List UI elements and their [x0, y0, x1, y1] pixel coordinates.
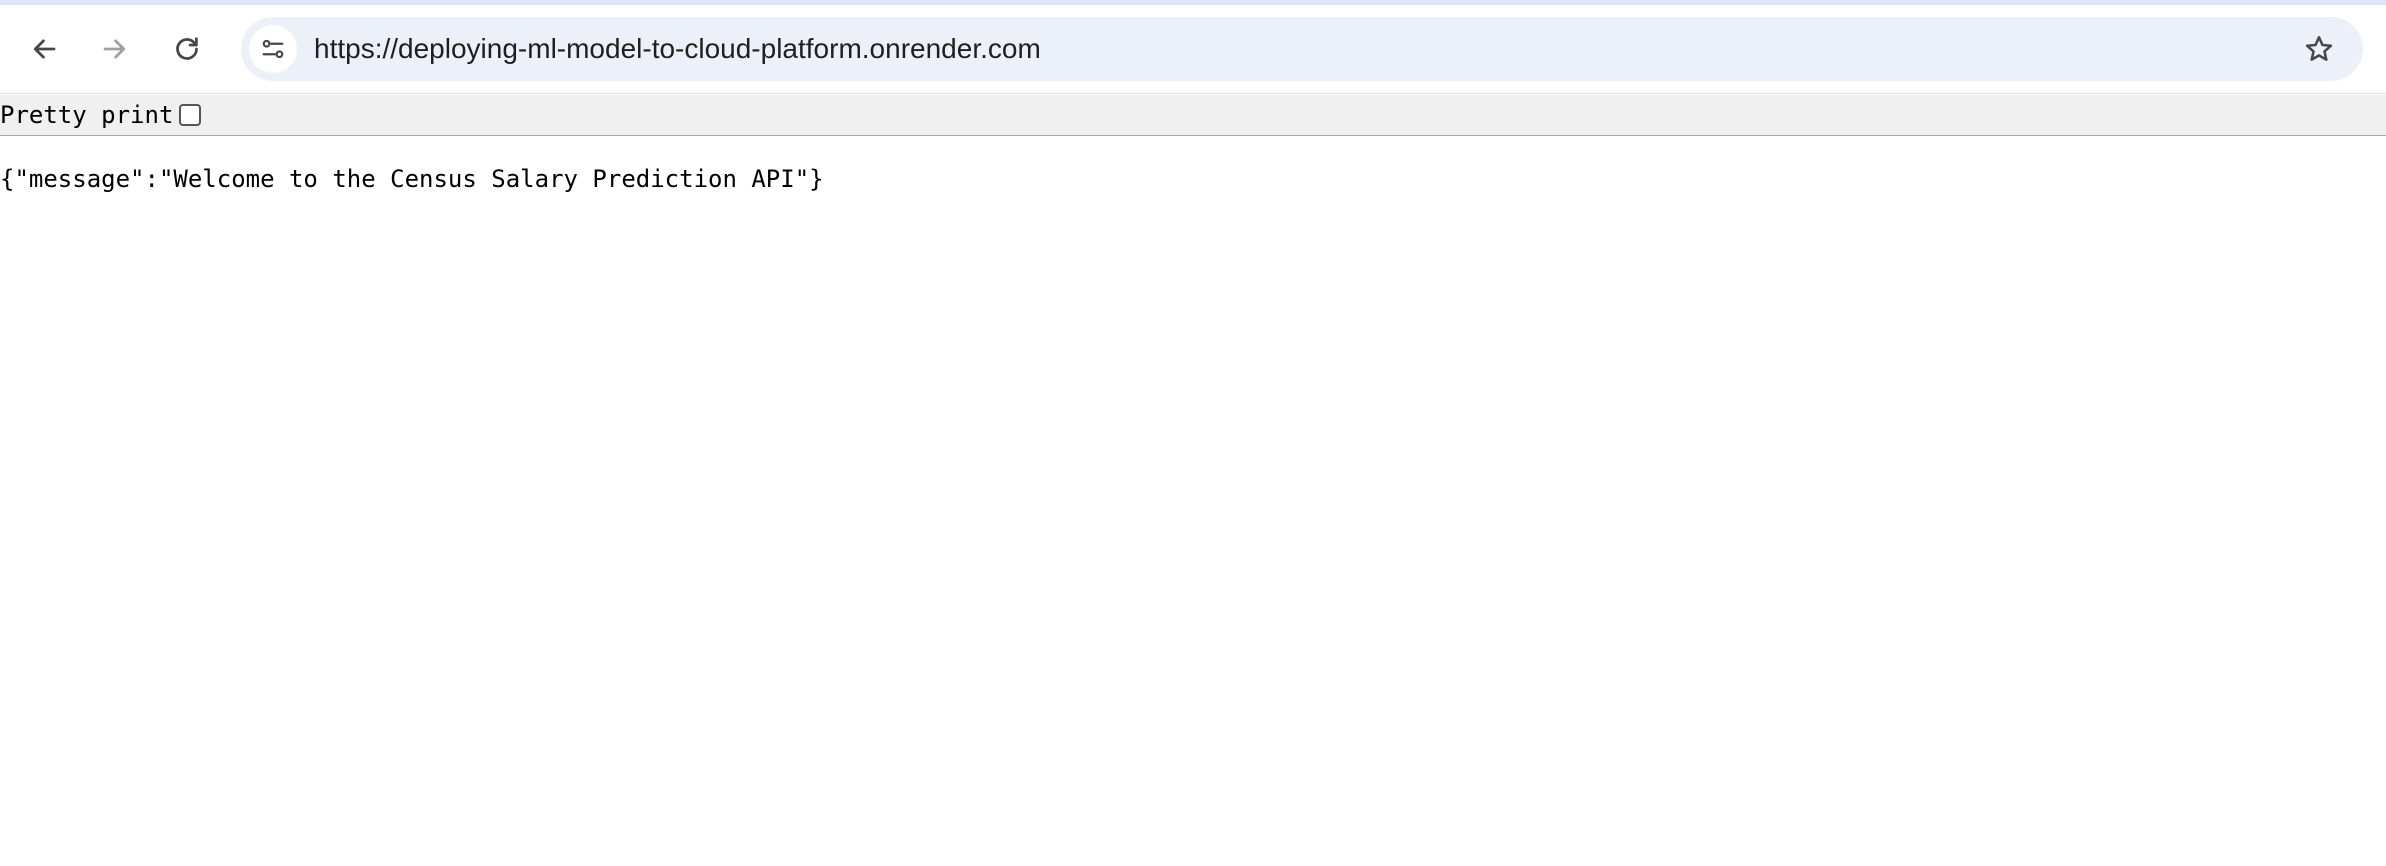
pretty-print-label: Pretty print: [0, 101, 174, 129]
pretty-print-checkbox[interactable]: [179, 104, 202, 126]
url-text[interactable]: https://deploying-ml-model-to-cloud-plat…: [314, 17, 1041, 81]
star-icon: [2305, 36, 2333, 61]
browser-toolbar: https://deploying-ml-model-to-cloud-plat…: [0, 5, 2386, 94]
forward-button[interactable]: [89, 23, 141, 75]
json-response-text: {"message":"Welcome to the Census Salary…: [0, 165, 824, 193]
site-info-button[interactable]: [249, 25, 297, 73]
pretty-print-bar: Pretty print: [0, 95, 2386, 136]
bookmark-button[interactable]: [2297, 27, 2341, 71]
address-bar[interactable]: https://deploying-ml-model-to-cloud-plat…: [241, 17, 2363, 81]
reload-button[interactable]: [161, 23, 213, 75]
back-button[interactable]: [18, 23, 70, 75]
back-arrow-icon: [33, 39, 56, 59]
tune-icon: [262, 39, 284, 59]
forward-arrow-icon: [103, 39, 126, 59]
reload-icon: [176, 37, 198, 60]
